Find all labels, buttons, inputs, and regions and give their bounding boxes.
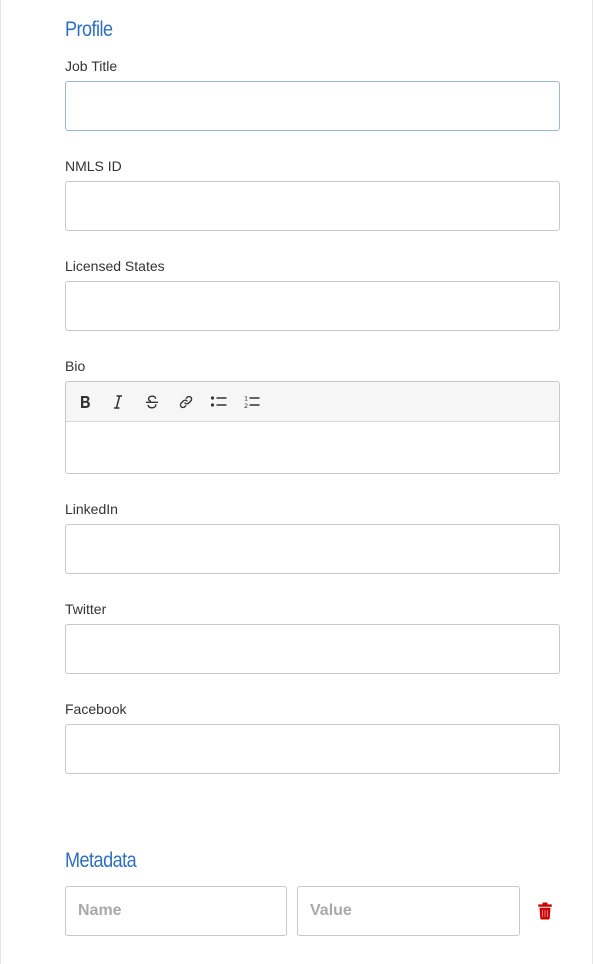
bold-icon[interactable]: [72, 389, 98, 415]
trash-icon[interactable]: [537, 902, 553, 920]
profile-heading: Profile: [65, 18, 113, 41]
bio-editor-toolbar: 1 2: [66, 382, 559, 422]
metadata-heading: Metadata: [65, 849, 137, 872]
bio-label: Bio: [65, 358, 86, 374]
svg-text:2: 2: [244, 402, 248, 410]
job-title-label: Job Title: [65, 58, 118, 74]
nmls-id-input[interactable]: [65, 181, 560, 231]
nmls-id-label: NMLS ID: [65, 158, 122, 174]
left-border: [0, 0, 1, 964]
linkedin-label: LinkedIn: [65, 501, 118, 517]
bullet-list-icon[interactable]: [206, 389, 232, 415]
twitter-label: Twitter: [65, 601, 107, 617]
metadata-name-input[interactable]: [65, 886, 287, 936]
job-title-input[interactable]: [65, 81, 560, 131]
bio-editor-content[interactable]: [66, 422, 559, 473]
facebook-input[interactable]: [65, 724, 560, 774]
strikethrough-icon[interactable]: [139, 389, 165, 415]
italic-icon[interactable]: [105, 389, 131, 415]
licensed-states-input[interactable]: [65, 281, 560, 331]
profile-form-page: Profile Job Title NMLS ID Licensed State…: [0, 0, 593, 964]
twitter-input[interactable]: [65, 624, 560, 674]
licensed-states-label: Licensed States: [65, 258, 165, 274]
bio-editor: 1 2: [65, 381, 560, 474]
metadata-value-input[interactable]: [297, 886, 520, 936]
facebook-label: Facebook: [65, 701, 127, 717]
linkedin-input[interactable]: [65, 524, 560, 574]
link-icon[interactable]: [173, 389, 199, 415]
numbered-list-icon[interactable]: 1 2: [239, 389, 265, 415]
